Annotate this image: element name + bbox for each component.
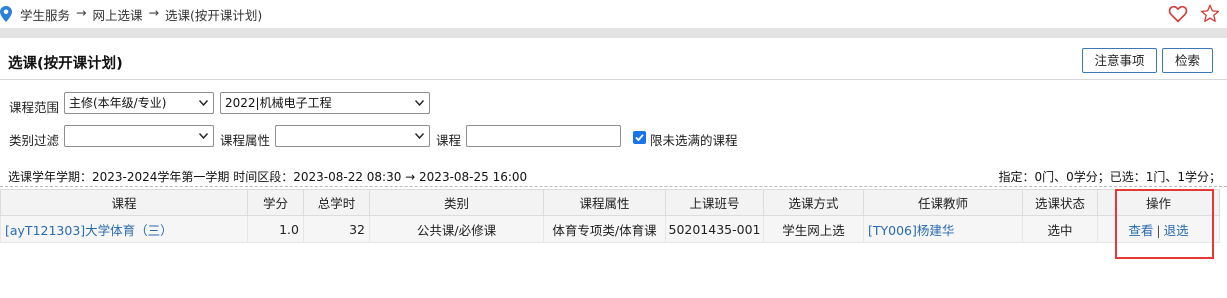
- divider: [0, 186, 1227, 187]
- teacher-link[interactable]: [TY006]杨建华: [868, 223, 954, 238]
- column-header: 任课教师: [863, 189, 1023, 216]
- drop-link[interactable]: 退选: [1164, 223, 1189, 238]
- category-label: 类别过滤: [9, 133, 60, 148]
- credit-cell: 1.0: [247, 215, 304, 243]
- dropdown-arrow-icon: [415, 133, 424, 139]
- category-select[interactable]: [64, 125, 214, 147]
- column-header: 课程: [0, 189, 248, 216]
- hours-cell: 32: [303, 215, 370, 243]
- column-header: 总学时: [303, 189, 370, 216]
- scope-select-value: 主修(本年级/专业): [69, 96, 167, 110]
- dropdown-arrow-icon: [415, 100, 424, 106]
- course-label: 课程: [436, 133, 462, 148]
- only-unfull-checkbox[interactable]: [633, 131, 646, 144]
- breadcrumb: 学生服务 → 网上选课 → 选课(按开课计划): [20, 5, 262, 24]
- attr-label: 课程属性: [220, 133, 271, 148]
- star-icon[interactable]: [1200, 4, 1220, 23]
- method-cell: 学生网上选: [763, 215, 864, 243]
- scope-label: 课程范围: [9, 100, 60, 115]
- ops-separator: |: [1156, 222, 1161, 238]
- column-header: 学分: [247, 189, 304, 216]
- status-cell: 选中: [1022, 215, 1098, 243]
- dropdown-arrow-icon: [199, 100, 208, 106]
- attr-select[interactable]: [275, 125, 430, 147]
- course-table: 课程 学分 总学时 类别 课程属性 上课班号 选课方式 任课教师 选课状态 操作…: [0, 189, 1220, 243]
- column-header: 选课方式: [763, 189, 864, 216]
- breadcrumb-bar: 学生服务 → 网上选课 → 选课(按开课计划): [0, 0, 1227, 28]
- column-header: 选课状态: [1022, 189, 1098, 216]
- column-header: 课程属性: [543, 189, 666, 216]
- attribute-cell: 体育专项类/体育课: [543, 215, 666, 243]
- column-header: 上课班号: [665, 189, 764, 216]
- course-link[interactable]: [ayT121303]大学体育（三）: [5, 223, 173, 238]
- dropdown-arrow-icon: [199, 133, 208, 139]
- breadcrumb-item[interactable]: 网上选课: [93, 5, 143, 24]
- breadcrumb-separator: →: [148, 5, 159, 20]
- class-no-cell: 50201435-001: [665, 215, 764, 243]
- page-title: 选课(按开课计划): [8, 56, 123, 72]
- course-cell: [ayT121303]大学体育（三）: [0, 215, 248, 243]
- column-header: 操作: [1097, 189, 1220, 216]
- breadcrumb-item: 选课(按开课计划): [165, 8, 263, 23]
- breadcrumb-separator: →: [76, 5, 87, 20]
- heart-icon[interactable]: [1168, 5, 1188, 23]
- term-info: 选课学年学期：2023-2024学年第一学期 时间区段：2023-08-22 0…: [8, 170, 528, 184]
- notice-button[interactable]: 注意事项: [1082, 48, 1157, 73]
- only-unfull-label: 限未选满的课程: [650, 133, 738, 148]
- checkbox-check-icon: [635, 134, 644, 142]
- divider: [0, 79, 1227, 80]
- selection-summary: 指定：0门、0学分；已选：1门、1学分；: [998, 170, 1221, 184]
- plan-select[interactable]: 2022|机械电子工程: [220, 92, 430, 114]
- search-button[interactable]: 检索: [1162, 48, 1213, 73]
- plan-select-value: 2022|机械电子工程: [225, 96, 332, 110]
- breadcrumb-item[interactable]: 学生服务: [20, 5, 70, 24]
- scope-select[interactable]: 主修(本年级/专业): [64, 92, 214, 114]
- table-header-row: 课程 学分 总学时 类别 课程属性 上课班号 选课方式 任课教师 选课状态 操作: [0, 189, 1220, 216]
- operations-cell: 查看 | 退选: [1097, 215, 1220, 243]
- location-icon: [0, 6, 12, 22]
- category-cell: 公共课/必修课: [369, 215, 544, 243]
- separator-bar: [0, 28, 1227, 38]
- view-link[interactable]: 查看: [1128, 223, 1153, 238]
- column-header: 类别: [369, 189, 544, 216]
- table-row: [ayT121303]大学体育（三） 1.0 32 公共课/必修课 体育专项类/…: [0, 215, 1220, 243]
- course-input[interactable]: [466, 125, 621, 147]
- teacher-cell: [TY006]杨建华: [863, 215, 1023, 243]
